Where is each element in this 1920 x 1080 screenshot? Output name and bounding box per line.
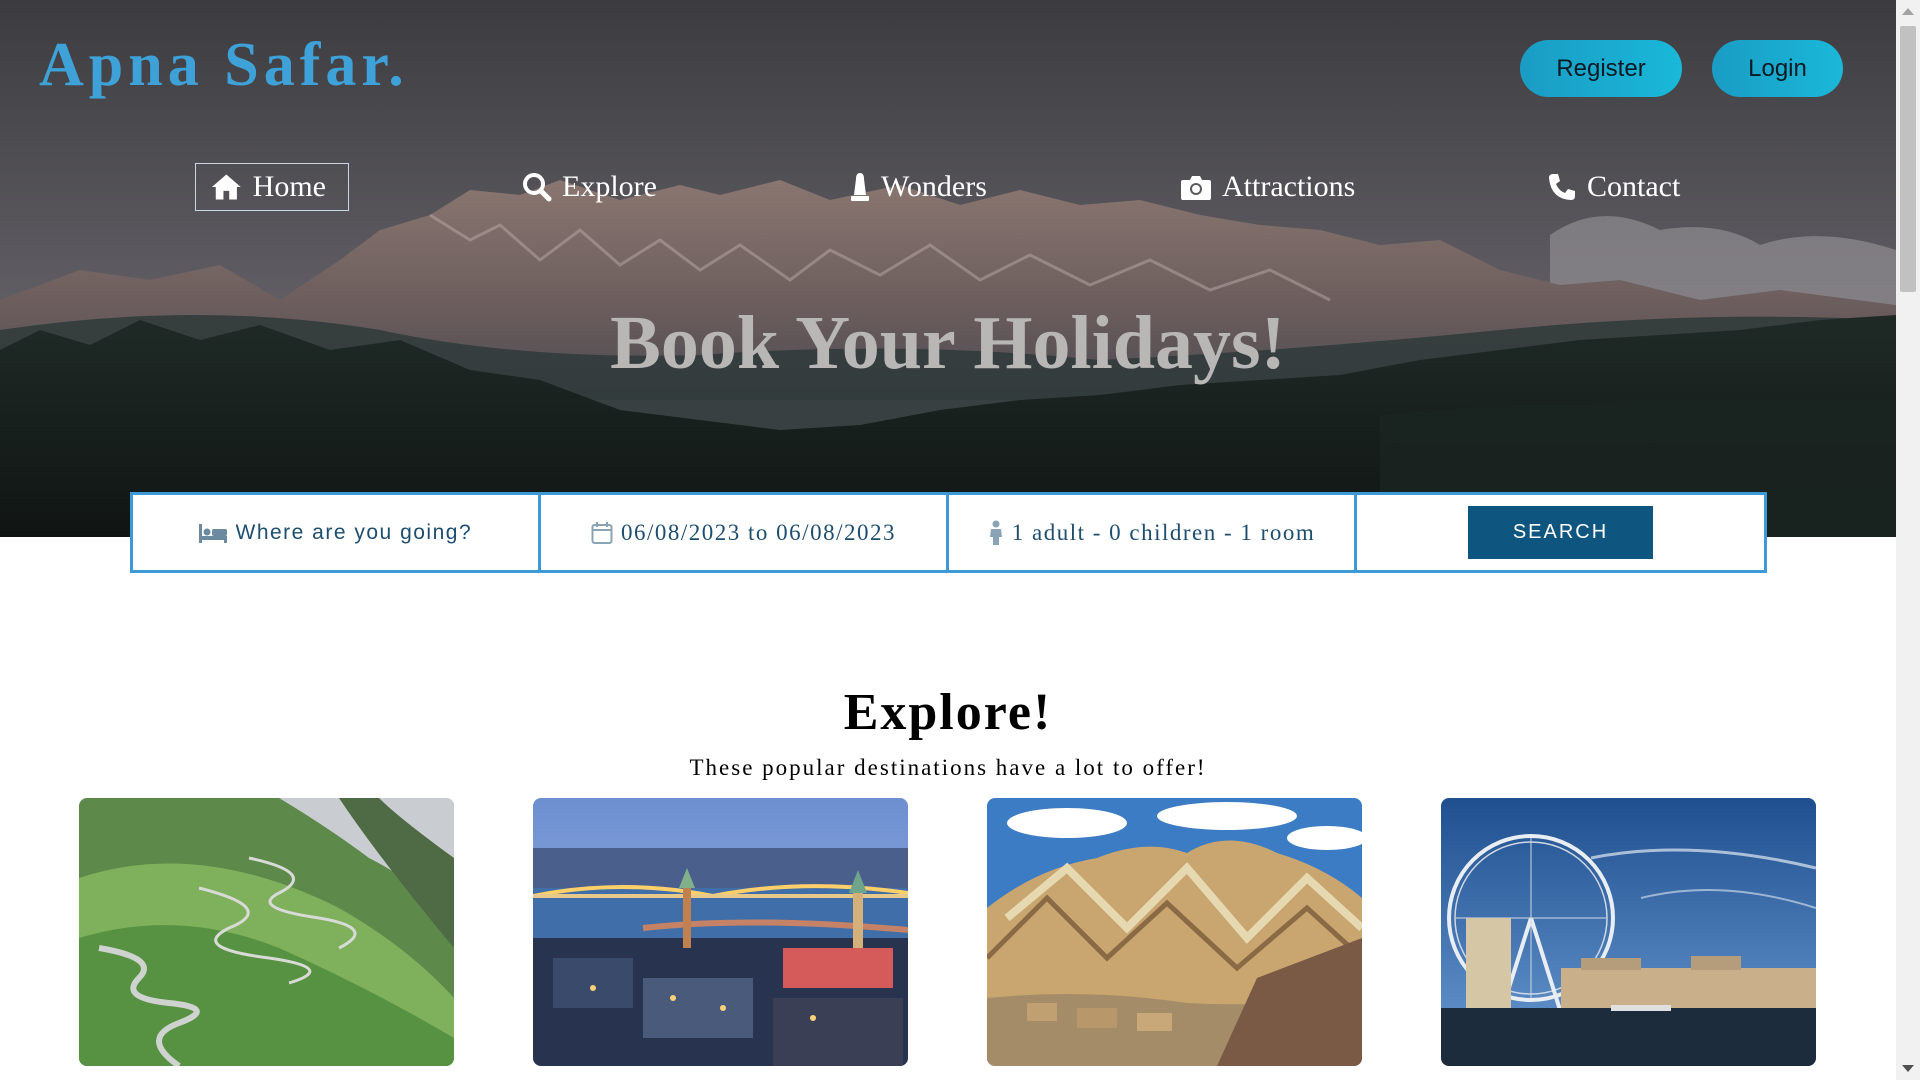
mountain-road-image [79,798,454,1066]
camera-icon [1181,176,1211,200]
search-button[interactable]: SEARCH [1468,506,1653,559]
destination-input[interactable] [235,520,474,545]
search-icon [523,173,552,202]
destination-card[interactable] [1441,798,1816,1066]
phone-icon [1549,174,1575,200]
date-range-value: 06/08/2023 to 06/08/2023 [621,519,896,545]
destination-card[interactable] [533,798,908,1066]
hero-title: Book Your Holidays! [610,301,1286,385]
destination-card[interactable] [987,798,1362,1066]
bell-icon [851,173,869,201]
nav-explore[interactable]: Explore [522,163,657,211]
nav-contact-label: Contact [1587,170,1681,203]
explore-subtitle: These popular destinations have a lot to… [689,755,1207,780]
date-range-field[interactable]: 06/08/2023 to 06/08/2023 [541,495,949,570]
city-bridge-image [533,798,908,1066]
destination-field[interactable] [133,495,541,570]
nav-wonders[interactable]: Wonders [849,163,987,211]
login-button[interactable]: Login [1712,40,1843,97]
destination-card[interactable] [79,798,454,1066]
nav-contact[interactable]: Contact [1547,163,1680,211]
page-scrollbar[interactable] [1896,0,1920,1080]
guests-field[interactable]: 1 adult - 0 children - 1 room [949,495,1357,570]
london-eye-image [1441,798,1816,1066]
explore-heading: Explore! [843,684,1053,741]
desert-village-image [987,798,1362,1066]
nav-explore-label: Explore [562,170,657,203]
nav-attractions-label: Attractions [1222,170,1356,203]
bed-icon [198,523,227,543]
calendar-icon [591,521,613,544]
nav-attractions[interactable]: Attractions [1180,163,1355,211]
scroll-down-arrow-icon[interactable] [1902,1065,1914,1072]
nav-wonders-label: Wonders [881,170,987,203]
search-button-cell: SEARCH [1357,495,1764,570]
guests-value: 1 adult - 0 children - 1 room [1011,519,1316,545]
scrollbar-thumb[interactable] [1900,26,1916,292]
nav-home-label: Home [252,170,326,203]
brand-logo[interactable]: Apna Safar. [39,30,409,101]
person-icon [989,520,1002,545]
scroll-up-arrow-icon[interactable] [1902,8,1914,15]
register-button[interactable]: Register [1520,40,1682,97]
booking-search-bar: 06/08/2023 to 06/08/2023 1 adult - 0 chi… [130,492,1767,573]
nav-home[interactable]: Home [195,163,349,211]
home-icon [211,174,241,200]
